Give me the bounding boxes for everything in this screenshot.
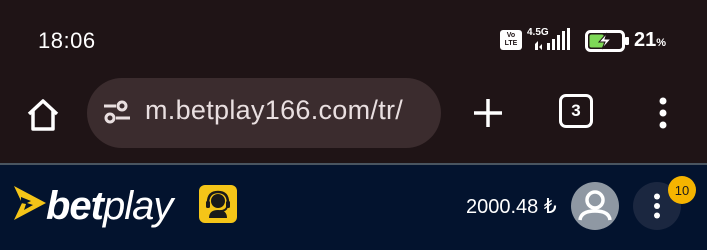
tab-switcher-button[interactable]: 3	[559, 94, 593, 128]
notification-badge[interactable]: 10	[668, 176, 696, 204]
user-avatar-button[interactable]	[571, 182, 619, 230]
signal-icon	[535, 28, 570, 50]
status-bar: 18:06 Vo LTE 4.5G 21%	[0, 0, 707, 78]
site-header: betplay 2000.48 ₺ 10	[0, 165, 707, 250]
site-logo[interactable]: betplay	[46, 184, 173, 229]
home-icon	[27, 99, 59, 131]
browser-menu-button[interactable]	[648, 92, 678, 134]
battery-percent: 21%	[634, 29, 667, 51]
tab-count: 3	[571, 101, 581, 120]
volte-icon: Vo LTE	[500, 30, 522, 50]
site-settings-icon[interactable]	[103, 100, 131, 124]
browser-toolbar: m.betplay166.com/tr/ 3	[0, 78, 707, 163]
logo-bet: bet	[46, 184, 104, 228]
address-bar[interactable]: m.betplay166.com/tr/	[87, 78, 441, 148]
home-button[interactable]	[20, 92, 66, 138]
plus-icon	[474, 99, 502, 127]
account-balance: 2000.48 ₺	[466, 196, 557, 218]
status-clock: 18:06	[38, 28, 96, 53]
user-avatar-icon	[578, 190, 612, 221]
logo-play: play	[103, 184, 173, 228]
url-text[interactable]: m.betplay166.com/tr/	[145, 95, 403, 126]
battery-charging-icon	[585, 30, 629, 52]
more-vert-icon	[659, 97, 667, 129]
support-agent-icon	[206, 190, 230, 218]
more-vert-icon	[654, 193, 660, 219]
support-button[interactable]	[199, 185, 237, 223]
betplay-logo-icon[interactable]	[12, 184, 48, 222]
new-tab-button[interactable]	[467, 92, 509, 134]
